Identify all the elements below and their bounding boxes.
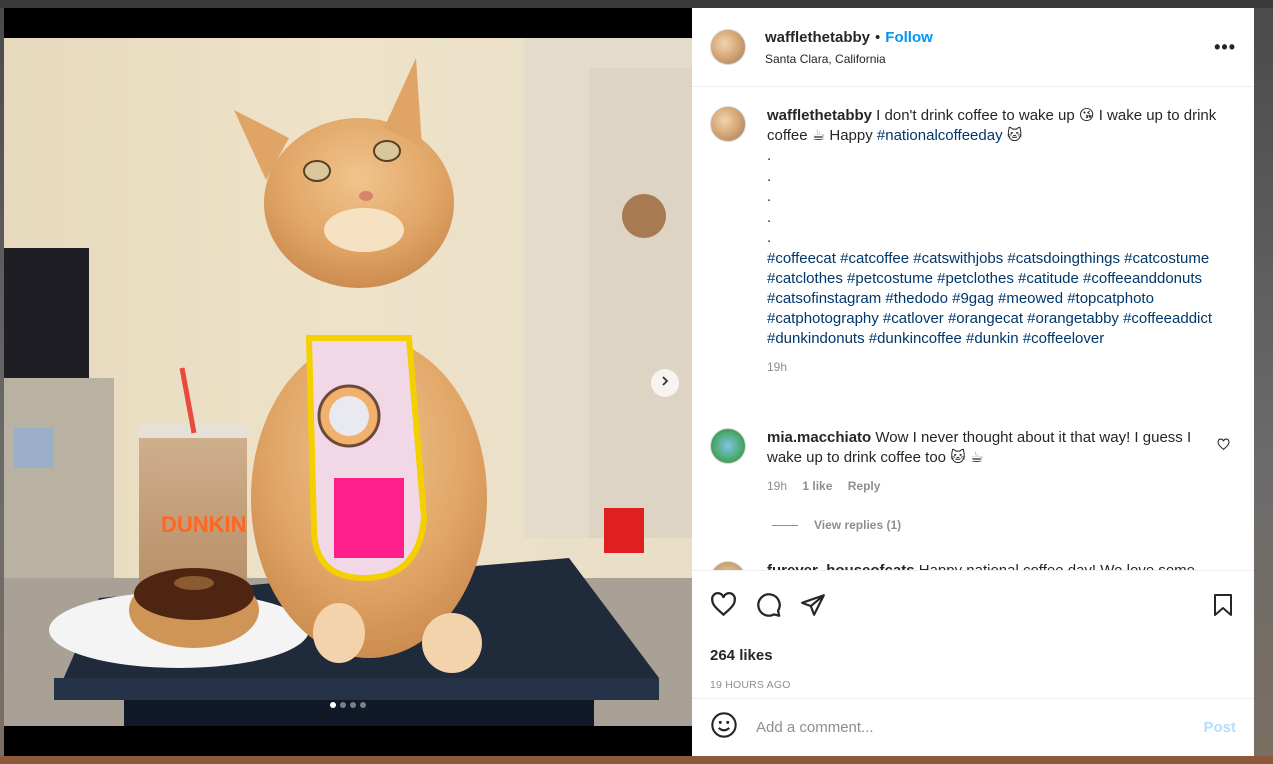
post-actions: 264 likes 19 HOURS AGO [692, 570, 1254, 698]
view-replies-label: View replies (1) [814, 518, 902, 532]
caption-dot: . [767, 147, 772, 164]
emoji-icon[interactable] [710, 711, 738, 744]
caption-username[interactable]: wafflethetabby [767, 107, 872, 124]
header-separator: • [875, 28, 881, 46]
post-photo: DUNKIN [4, 38, 692, 726]
follow-button[interactable]: Follow [885, 29, 933, 46]
carousel-dot [340, 702, 346, 708]
post-caption: wafflethetabby I don't drink coffee to w… [710, 106, 1227, 377]
caption-emoji: 🐱 [1002, 127, 1023, 144]
comment-like-heart-icon[interactable] [1217, 438, 1230, 456]
add-comment-input[interactable] [754, 718, 1204, 737]
comment-item: furever_houseofcats Happy national coffe… [710, 561, 1236, 570]
post-comment-button[interactable]: Post [1203, 719, 1236, 736]
carousel-indicator [4, 702, 692, 708]
add-comment-bar: Post [692, 698, 1254, 756]
bookmark-icon [1211, 592, 1235, 623]
commenter-avatar[interactable] [710, 561, 746, 570]
comment-text: Happy national coffee day! We love some [915, 562, 1195, 570]
comment-item: mia.macchiato Wow I never thought about … [710, 428, 1236, 496]
reply-button[interactable]: Reply [848, 479, 881, 493]
carousel-dot [350, 702, 356, 708]
caption-avatar[interactable] [710, 106, 746, 142]
save-button[interactable] [1208, 592, 1238, 622]
caption-dot: . [767, 188, 772, 205]
post-media: DUNKIN [4, 8, 692, 756]
caption-dot: . [767, 229, 772, 246]
comments-section[interactable]: wafflethetabby I don't drink coffee to w… [692, 88, 1254, 570]
post-modal: DUNKIN wafflethetabby • Follow Santa Cla… [4, 8, 1254, 756]
share-icon [800, 592, 826, 623]
comment-button[interactable] [753, 592, 783, 622]
background-top-strip [0, 0, 1273, 8]
carousel-dot [360, 702, 366, 708]
commenter-username[interactable]: furever_houseofcats [767, 562, 915, 570]
next-photo-button[interactable] [651, 369, 679, 397]
caption-hashtags[interactable]: #coffeecat #catcoffee #catswithjobs #cat… [767, 249, 1227, 349]
post-timestamp[interactable]: 19 HOURS AGO [710, 679, 1254, 691]
replies-divider [772, 524, 798, 526]
comment-icon [755, 591, 782, 623]
comment-likes[interactable]: 1 like [802, 479, 832, 493]
caption-dot: . [767, 167, 772, 185]
view-replies-button[interactable]: View replies (1) [772, 518, 901, 532]
post-location[interactable]: Santa Clara, California [765, 52, 1214, 66]
cup-brand-text: DUNKIN [161, 512, 247, 537]
likes-count[interactable]: 264 likes [710, 647, 1254, 664]
commenter-username[interactable]: mia.macchiato [767, 429, 871, 446]
share-button[interactable] [798, 592, 828, 622]
more-icon: ••• [1214, 36, 1236, 57]
caption-time[interactable]: 19h [767, 360, 787, 374]
commenter-avatar[interactable] [710, 428, 746, 464]
author-username[interactable]: wafflethetabby [765, 29, 870, 46]
background-bottom-strip [0, 756, 1273, 764]
post-details-panel: wafflethetabby • Follow Santa Clara, Calif… [692, 8, 1254, 756]
like-button[interactable] [708, 592, 738, 622]
heart-icon [710, 591, 737, 623]
post-header: wafflethetabby • Follow Santa Clara, Calif… [692, 8, 1254, 87]
chevron-right-icon [659, 374, 671, 392]
comment-time[interactable]: 19h [767, 479, 787, 493]
carousel-dot [330, 702, 336, 708]
caption-dot: . [767, 208, 772, 226]
hashtag-link[interactable]: #nationalcoffeeday [877, 127, 1003, 144]
more-options-button[interactable]: ••• [1214, 37, 1236, 58]
author-avatar[interactable] [710, 29, 746, 65]
